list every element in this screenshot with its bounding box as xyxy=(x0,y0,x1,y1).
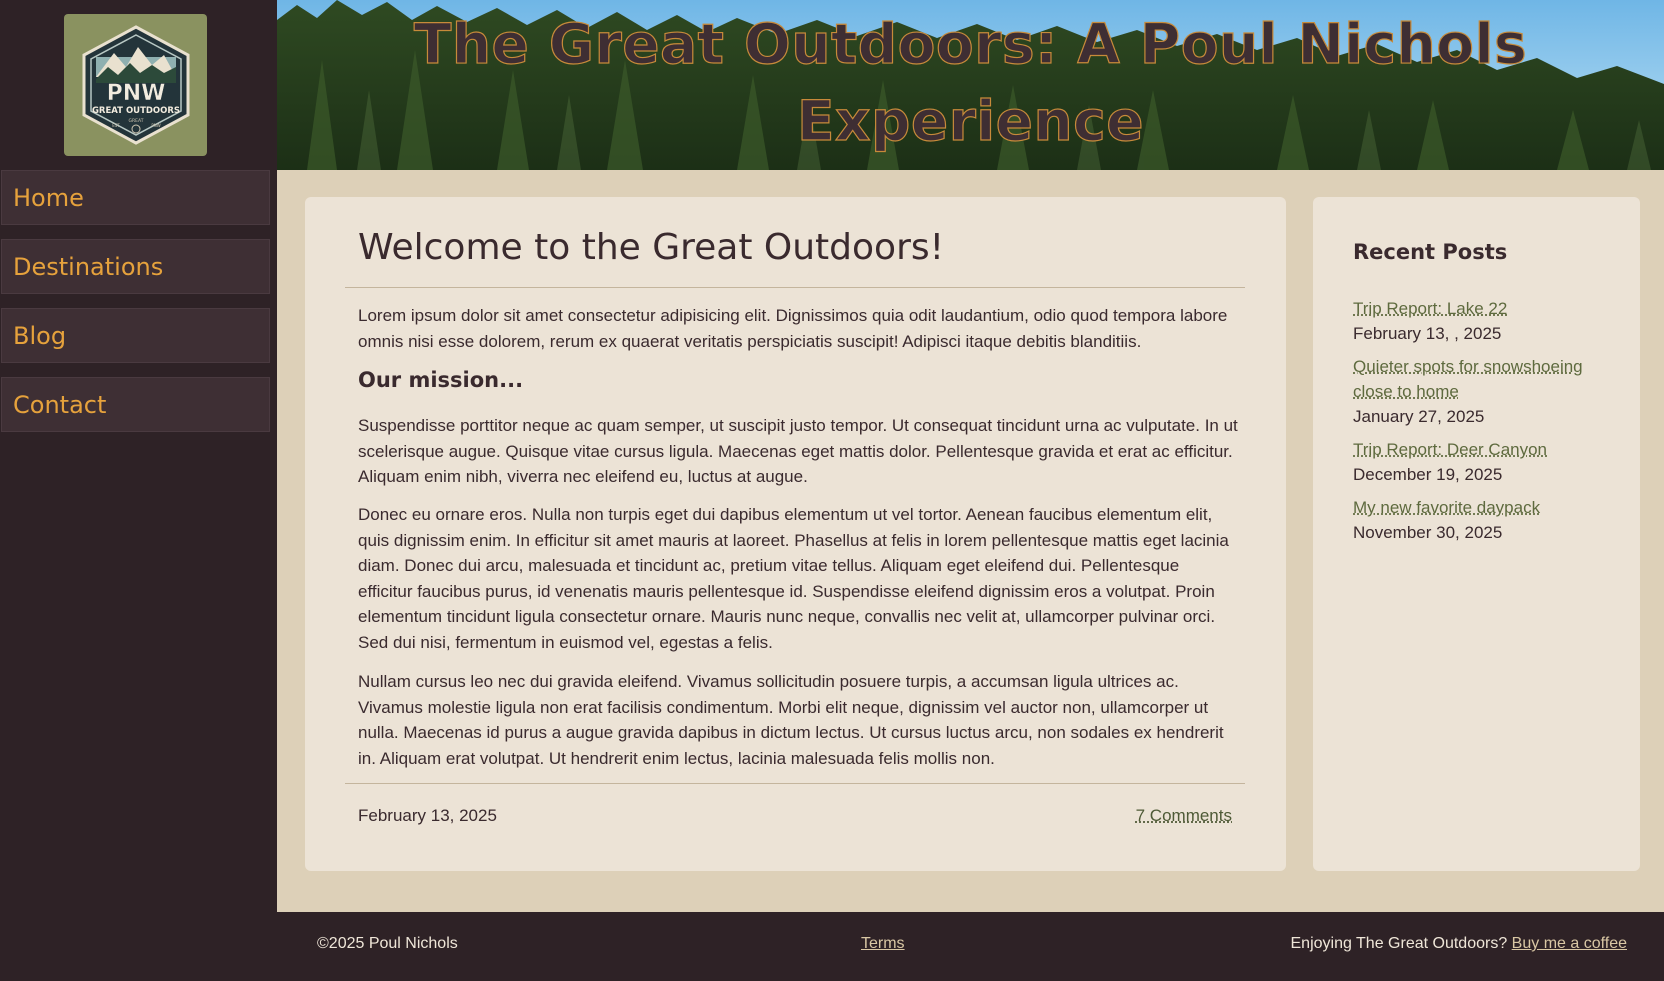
article-paragraph: Donec eu ornare eros. Nulla non turpis e… xyxy=(358,505,1229,652)
main-article: Welcome to the Great Outdoors! Lorem ips… xyxy=(305,197,1286,871)
footer-divider xyxy=(345,783,1245,784)
nav-label: Destinations xyxy=(13,252,164,281)
terms-link[interactable]: Terms xyxy=(861,935,905,953)
svg-text:PNW: PNW xyxy=(151,123,160,128)
sidebar: PNW GREAT OUTDOORS GREAT EST PNW Home De… xyxy=(0,0,277,981)
svg-text:GREAT: GREAT xyxy=(128,118,143,124)
page-footer: ©2025 Poul Nichols Terms Enjoying The Gr… xyxy=(277,912,1664,981)
recent-posts-list: Trip Report: Lake 22 February 13, , 2025… xyxy=(1353,296,1613,553)
recent-post-link[interactable]: Trip Report: Lake 22 xyxy=(1353,296,1613,321)
article-paragraph: Suspendisse porttitor neque ac quam semp… xyxy=(358,416,1238,486)
support-text: Enjoying The Great Outdoors? Buy me a co… xyxy=(1291,935,1628,953)
recent-posts-sidebar: Recent Posts Trip Report: Lake 22 Februa… xyxy=(1313,197,1640,871)
copyright-text: ©2025 Poul Nichols xyxy=(317,935,458,952)
list-item: Trip Report: Deer Canyon December 19, 20… xyxy=(1353,437,1613,487)
svg-text:GREAT OUTDOORS: GREAT OUTDOORS xyxy=(91,106,179,116)
list-item: My new favorite daypack November 30, 202… xyxy=(1353,495,1613,545)
recent-post-date: January 27, 2025 xyxy=(1353,407,1485,426)
nav-contact[interactable]: Contact xyxy=(1,377,270,432)
site-logo[interactable]: PNW GREAT OUTDOORS GREAT EST PNW xyxy=(64,14,207,156)
article-paragraph: Nullam cursus leo nec dui gravida eleife… xyxy=(358,672,1224,768)
recent-posts-heading: Recent Posts xyxy=(1353,240,1508,264)
site-title: The Great Outdoors: A Poul Nichols Exper… xyxy=(413,11,1528,153)
recent-post-date: February 13, , 2025 xyxy=(1353,324,1502,343)
mission-heading: Our mission... xyxy=(358,368,524,392)
recent-post-date: December 19, 2025 xyxy=(1353,465,1503,484)
nav-label: Home xyxy=(13,183,84,212)
nav-label: Blog xyxy=(13,321,67,350)
nav-home[interactable]: Home xyxy=(1,170,270,225)
nav-label: Contact xyxy=(13,390,107,419)
recent-post-link[interactable]: Quieter spots for snowshoeing close to h… xyxy=(1353,354,1613,404)
recent-post-date: November 30, 2025 xyxy=(1353,523,1503,542)
title-divider xyxy=(345,287,1245,288)
article-intro: Lorem ipsum dolor sit amet consectetur a… xyxy=(358,306,1228,351)
recent-post-link[interactable]: Trip Report: Deer Canyon xyxy=(1353,437,1613,462)
list-item: Trip Report: Lake 22 February 13, , 2025 xyxy=(1353,296,1613,346)
list-item: Quieter spots for snowshoeing close to h… xyxy=(1353,354,1613,429)
svg-text:EST: EST xyxy=(112,123,120,128)
comments-link[interactable]: 7 Comments xyxy=(1136,806,1232,826)
article-date: February 13, 2025 xyxy=(358,806,497,825)
support-prompt: Enjoying The Great Outdoors? xyxy=(1290,935,1508,952)
header-banner: The Great Outdoors: A Poul Nichols Exper… xyxy=(277,0,1664,170)
nav-destinations[interactable]: Destinations xyxy=(1,239,270,294)
buy-coffee-link[interactable]: Buy me a coffee xyxy=(1512,935,1627,952)
recent-post-link[interactable]: My new favorite daypack xyxy=(1353,495,1613,520)
article-title: Welcome to the Great Outdoors! xyxy=(358,227,945,268)
pnw-badge-logo: PNW GREAT OUTDOORS GREAT EST PNW xyxy=(82,25,189,145)
nav-blog[interactable]: Blog xyxy=(1,308,270,363)
svg-text:PNW: PNW xyxy=(106,81,165,106)
